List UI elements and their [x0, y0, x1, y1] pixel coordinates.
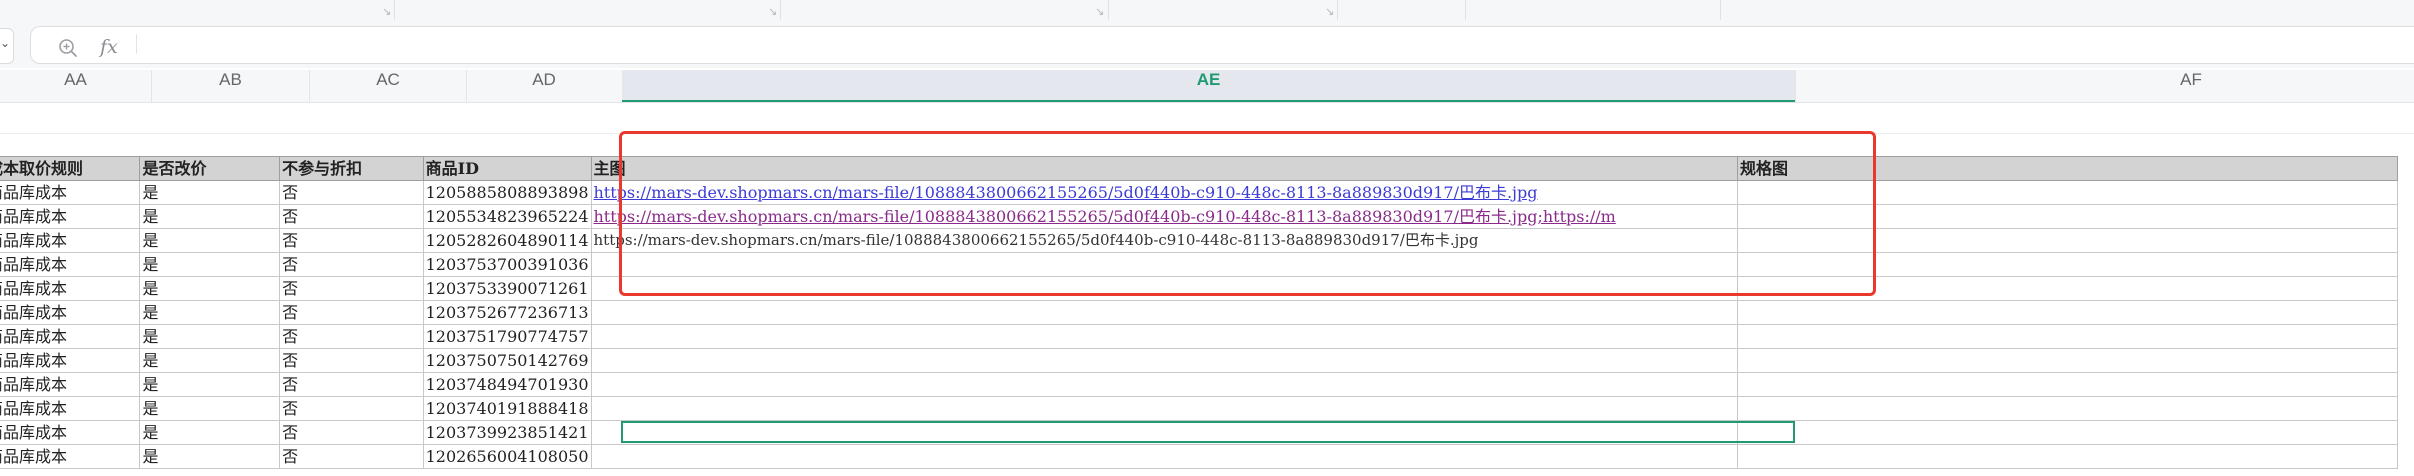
cell-product-id[interactable]: 1205534823965224: [422, 204, 592, 229]
cell-cost-rule[interactable]: 商品库成本: [0, 228, 141, 253]
cell-main-image[interactable]: [590, 324, 1738, 349]
toolbar-divider: [1108, 0, 1109, 20]
cell-price-changed[interactable]: 是: [139, 420, 281, 445]
cell-cost-rule[interactable]: 商品库成本: [0, 372, 141, 397]
cell-no-discount[interactable]: 否: [279, 324, 424, 349]
cell-no-discount[interactable]: 否: [279, 444, 424, 469]
toolbar-divider: [1337, 0, 1338, 20]
cell-cost-rule[interactable]: 商品库成本: [0, 396, 141, 421]
table-row: 商品库成本是否1203750750142769: [0, 348, 2398, 373]
cell-product-id[interactable]: 1203739923851421: [422, 420, 592, 445]
cell-product-id[interactable]: 1203750750142769: [422, 348, 592, 373]
column-header-ac[interactable]: AC: [310, 70, 466, 102]
formula-input[interactable]: [30, 26, 2414, 64]
cell-spec-image[interactable]: [1737, 444, 2398, 469]
cell-price-changed[interactable]: 是: [139, 300, 281, 325]
cell-product-id[interactable]: 1202656004108050: [422, 444, 592, 469]
cell-no-discount[interactable]: 否: [279, 420, 424, 445]
zoom-in-icon[interactable]: [58, 38, 78, 62]
dropdown-caret-icon[interactable]: ↘: [768, 5, 777, 18]
table-row: 商品库成本是否1203752677236713: [0, 300, 2398, 325]
cell-spec-image[interactable]: [1737, 396, 2398, 421]
cell-spec-image[interactable]: [1737, 348, 2398, 373]
cell-price-changed[interactable]: 是: [139, 396, 281, 421]
formula-divider: [136, 34, 137, 54]
cell-no-discount[interactable]: 否: [279, 372, 424, 397]
table-row: 商品库成本是否1202656004108050: [0, 444, 2398, 469]
cell-main-image[interactable]: [590, 348, 1738, 373]
cell-product-id[interactable]: 1203752677236713: [422, 300, 592, 325]
cell-product-id[interactable]: 1205885808893898: [422, 180, 592, 205]
column-header-aa[interactable]: AA: [0, 70, 151, 102]
cell-product-id[interactable]: 1203753390071261: [422, 276, 592, 301]
cell-product-id[interactable]: 1205282604890114: [422, 228, 592, 253]
annotation-highlight-box: [619, 131, 1876, 296]
dropdown-caret-icon[interactable]: ↘: [382, 5, 391, 18]
cell-no-discount[interactable]: 否: [279, 396, 424, 421]
cell-no-discount[interactable]: 否: [279, 204, 424, 229]
table-row: 商品库成本是否1203740191888418: [0, 396, 2398, 421]
table-row: 商品库成本是否1203748494701930: [0, 372, 2398, 397]
cell-no-discount[interactable]: 否: [279, 348, 424, 373]
cell-price-changed[interactable]: 是: [139, 444, 281, 469]
cell-price-changed[interactable]: 是: [139, 228, 281, 253]
cell-no-discount[interactable]: 否: [279, 180, 424, 205]
cell-product-id[interactable]: 1203740191888418: [422, 396, 592, 421]
cell-cost-rule[interactable]: 商品库成本: [0, 204, 141, 229]
cell-cost-rule[interactable]: 商品库成本: [0, 324, 141, 349]
cell-price-changed[interactable]: 是: [139, 276, 281, 301]
toolbar-divider: [780, 0, 781, 20]
cell-main-image[interactable]: [590, 300, 1738, 325]
cell-cost-rule[interactable]: 商品库成本: [0, 276, 141, 301]
selected-cell[interactable]: [621, 421, 1795, 443]
cell-cost-rule[interactable]: 商品库成本: [0, 420, 141, 445]
cell-cost-rule[interactable]: 商品库成本: [0, 348, 141, 373]
cell-spec-image[interactable]: [1737, 324, 2398, 349]
chevron-down-icon[interactable]: ⌄: [0, 36, 10, 50]
header-product-id[interactable]: 商品ID: [422, 156, 592, 181]
column-header-af[interactable]: AF: [1796, 70, 2414, 102]
dropdown-caret-icon[interactable]: ↘: [1095, 5, 1104, 18]
cell-price-changed[interactable]: 是: [139, 252, 281, 277]
cell-no-discount[interactable]: 否: [279, 276, 424, 301]
cell-cost-rule[interactable]: 商品库成本: [0, 252, 141, 277]
cell-price-changed[interactable]: 是: [139, 372, 281, 397]
cell-main-image[interactable]: [590, 372, 1738, 397]
toolbar-divider: [1720, 0, 1721, 20]
cell-main-image[interactable]: [590, 396, 1738, 421]
cell-price-changed[interactable]: 是: [139, 348, 281, 373]
cell-product-id[interactable]: 1203753700391036: [422, 252, 592, 277]
cell-price-changed[interactable]: 是: [139, 180, 281, 205]
cell-main-image[interactable]: [590, 444, 1738, 469]
cell-no-discount[interactable]: 否: [279, 228, 424, 253]
cell-product-id[interactable]: 1203748494701930: [422, 372, 592, 397]
cell-spec-image[interactable]: [1737, 300, 2398, 325]
cell-cost-rule[interactable]: 商品库成本: [0, 300, 141, 325]
toolbar-strip: ↘ ↘ ↘ ↘: [0, 0, 2414, 21]
cell-spec-image[interactable]: [1737, 420, 2398, 445]
column-header-ae[interactable]: AE: [622, 70, 1795, 102]
column-header-ad[interactable]: AD: [467, 70, 621, 102]
header-price-changed[interactable]: 是否改价: [139, 156, 281, 181]
table-row: 商品库成本是否1203751790774757: [0, 324, 2398, 349]
column-header-ab[interactable]: AB: [152, 70, 309, 102]
dropdown-caret-icon[interactable]: ↘: [1325, 5, 1334, 18]
cell-no-discount[interactable]: 否: [279, 252, 424, 277]
function-icon[interactable]: fx: [100, 36, 118, 58]
cell-cost-rule[interactable]: 商品库成本: [0, 444, 141, 469]
header-cost-rule[interactable]: 成本取价规则: [0, 156, 141, 181]
header-no-discount[interactable]: 不参与折扣: [279, 156, 424, 181]
cell-no-discount[interactable]: 否: [279, 300, 424, 325]
cell-spec-image[interactable]: [1737, 372, 2398, 397]
cell-price-changed[interactable]: 是: [139, 204, 281, 229]
cell-product-id[interactable]: 1203751790774757: [422, 324, 592, 349]
cell-cost-rule[interactable]: 商品库成本: [0, 180, 141, 205]
toolbar-divider: [1465, 0, 1466, 20]
cell-price-changed[interactable]: 是: [139, 324, 281, 349]
toolbar-divider: [394, 0, 395, 20]
